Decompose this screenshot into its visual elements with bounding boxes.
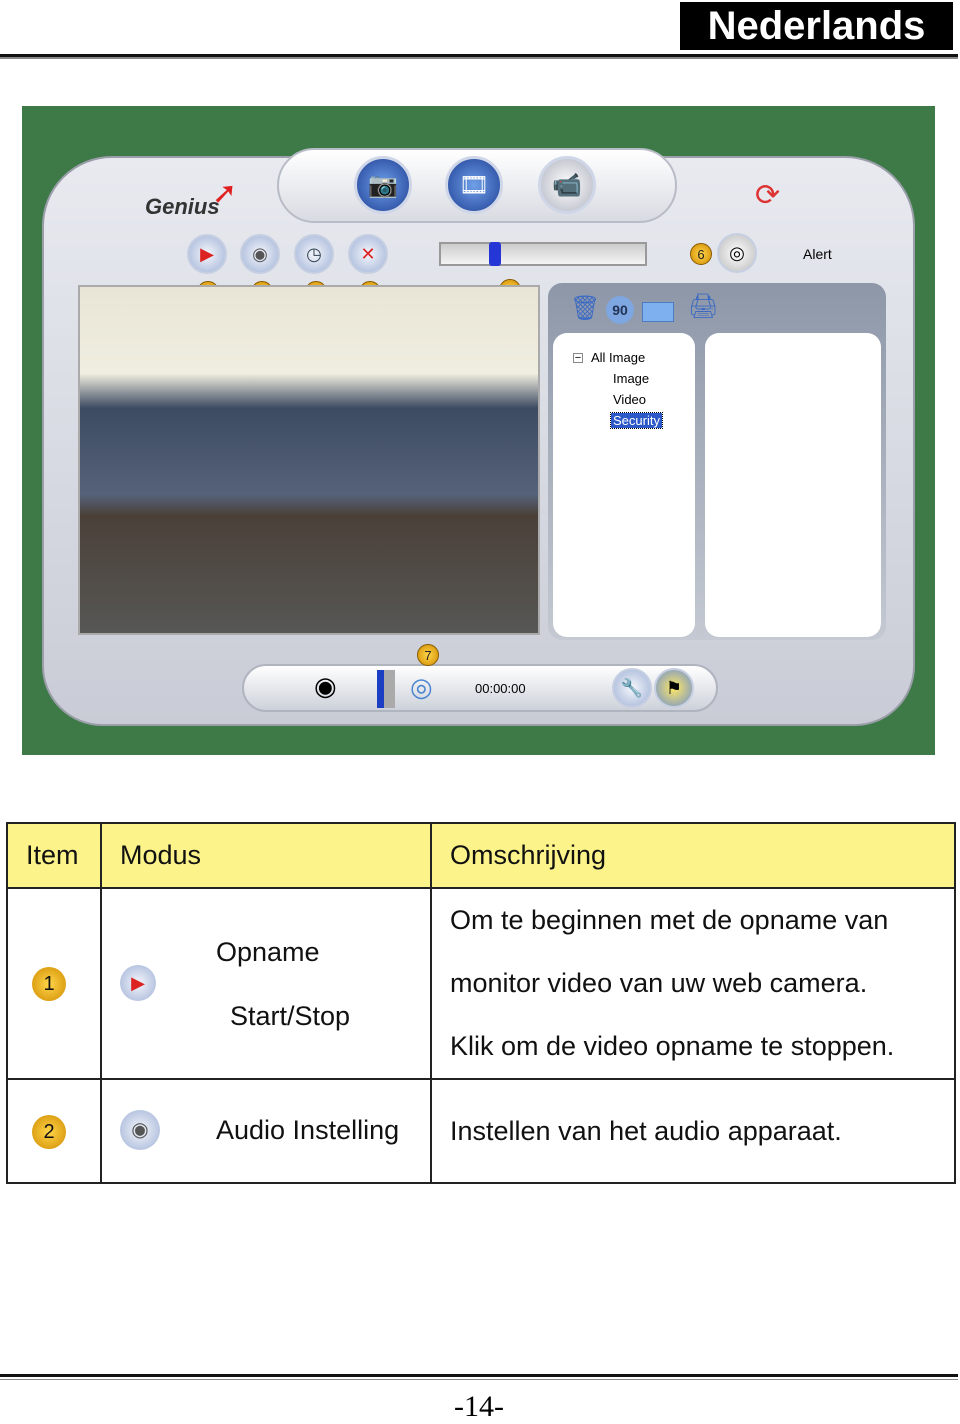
- camera-icon[interactable]: 📷: [354, 156, 412, 214]
- table-header: Item Modus Omschrijving: [6, 822, 956, 889]
- level-meter: [377, 670, 395, 708]
- tree-item-video[interactable]: Video: [613, 392, 646, 407]
- play-icon[interactable]: ▶: [187, 234, 227, 274]
- app-screenshot: Genius ➚ 📷 🎞 📹 ⟳ ▶ ◉ ◷ ✕ 1 2 3 4 5 6 ◎ A…: [22, 106, 935, 755]
- language-label: Nederlands: [680, 2, 953, 50]
- header-description: Omschrijving: [430, 822, 956, 889]
- description-line: Om te beginnen met de opname van: [450, 905, 889, 935]
- header-divider: [0, 54, 958, 59]
- thumbnail-panel: [705, 333, 881, 637]
- settings-wrench-icon[interactable]: 🔧: [612, 668, 652, 708]
- webcam-icon[interactable]: ◉: [314, 671, 337, 702]
- badge-2-icon: 2: [32, 1114, 66, 1149]
- description-line: Klik om de video opname te stoppen.: [450, 1031, 895, 1061]
- badge-7: 7: [417, 644, 439, 666]
- refresh-icon[interactable]: ⟳: [755, 178, 780, 213]
- table-row: 2 ◉ Audio Instelling Instellen van het a…: [6, 1078, 956, 1184]
- genius-logo: Genius: [145, 194, 220, 219]
- play-icon: ▶: [120, 965, 156, 1001]
- tree-item-image[interactable]: Image: [613, 371, 649, 386]
- disc-icon[interactable]: ◎: [410, 672, 433, 703]
- zoom-slider[interactable]: [439, 242, 647, 266]
- badge-1-icon: 1: [32, 967, 66, 1001]
- speaker-icon[interactable]: ◉: [240, 234, 280, 274]
- mode-line: Opname: [216, 937, 320, 967]
- function-table: Item Modus Omschrijving 1 ▶ Opname Start…: [6, 822, 956, 1184]
- email-icon[interactable]: [642, 302, 674, 322]
- delete-icon[interactable]: ✕: [348, 234, 388, 274]
- footer-divider: [0, 1374, 958, 1380]
- description-line: monitor video van uw web camera.: [450, 968, 868, 998]
- alert-label: Alert: [803, 246, 832, 262]
- folder-tree: − All Image Image Video Security: [553, 333, 695, 637]
- page-number: -14-: [454, 1390, 504, 1423]
- security-camera-icon[interactable]: 📹: [538, 156, 596, 214]
- print-icon[interactable]: 🖨: [688, 292, 718, 321]
- speaker-icon: ◉: [120, 1110, 160, 1150]
- exit-icon[interactable]: ⚑: [654, 668, 694, 708]
- film-reel-icon[interactable]: 🎞: [445, 156, 503, 214]
- tree-item-all-image[interactable]: All Image: [591, 350, 645, 365]
- clock-icon[interactable]: ◷: [294, 234, 334, 274]
- logo-figure-icon: ➚: [212, 177, 238, 210]
- table-row: 1 ▶ Opname Start/Stop Om te beginnen met…: [6, 887, 956, 1080]
- description-line: Instellen van het audio apparaat.: [430, 1078, 956, 1184]
- mode-line: Start/Stop: [230, 1001, 351, 1031]
- mode-line: Audio Instelling: [216, 1115, 400, 1145]
- header-mode: Modus: [100, 822, 432, 889]
- header-item: Item: [6, 822, 102, 889]
- tree-item-security[interactable]: Security: [610, 412, 663, 429]
- alert-icon[interactable]: ◎: [717, 233, 757, 273]
- badge-6: 6: [690, 243, 712, 265]
- timer: 00:00:00: [475, 681, 526, 696]
- slider-thumb[interactable]: [489, 242, 501, 266]
- video-preview: [78, 285, 540, 635]
- collapse-icon[interactable]: −: [573, 353, 583, 364]
- trash-icon[interactable]: 🗑: [570, 294, 600, 323]
- rotate-90-icon[interactable]: 90: [606, 296, 634, 324]
